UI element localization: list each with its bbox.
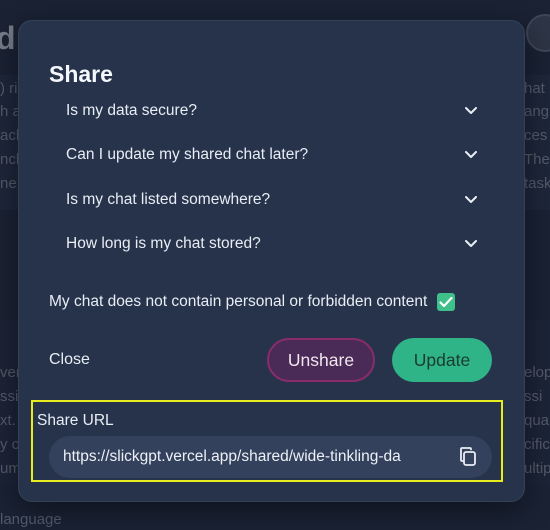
chevron-down-icon <box>464 148 478 162</box>
copy-icon[interactable] <box>456 445 480 469</box>
consent-row: My chat does not contain personal or for… <box>49 289 489 315</box>
chevron-down-icon <box>464 193 478 207</box>
faq-label: Is my chat listed somewhere? <box>66 191 271 208</box>
close-button[interactable]: Close <box>49 343 90 377</box>
check-icon <box>439 296 453 308</box>
faq-item-update-later[interactable]: Can I update my shared chat later? <box>66 139 478 171</box>
faq-label: Is my data secure? <box>66 102 197 119</box>
chevron-down-icon <box>464 237 478 251</box>
faq-item-listed[interactable]: Is my chat listed somewhere? <box>66 184 478 216</box>
dialog-title: Share <box>49 61 113 87</box>
faq-item-data-secure[interactable]: Is my data secure? <box>66 95 478 127</box>
chevron-down-icon <box>464 104 478 118</box>
update-button[interactable]: Update <box>392 338 492 382</box>
faq-label: How long is my chat stored? <box>66 235 261 252</box>
consent-label: My chat does not contain personal or for… <box>49 293 428 310</box>
consent-checkbox[interactable] <box>437 293 456 311</box>
share-url-label: Share URL <box>37 412 114 429</box>
share-dialog: Share Is my data secure? Can I update my… <box>18 20 525 502</box>
share-url-value[interactable]: https://slickgpt.vercel.app/shared/wide-… <box>63 448 446 466</box>
faq-label: Can I update my shared chat later? <box>66 146 309 163</box>
share-url-field[interactable]: https://slickgpt.vercel.app/shared/wide-… <box>49 436 492 478</box>
unshare-button[interactable]: Unshare <box>267 338 375 382</box>
faq-item-stored[interactable]: How long is my chat stored? <box>66 228 478 260</box>
